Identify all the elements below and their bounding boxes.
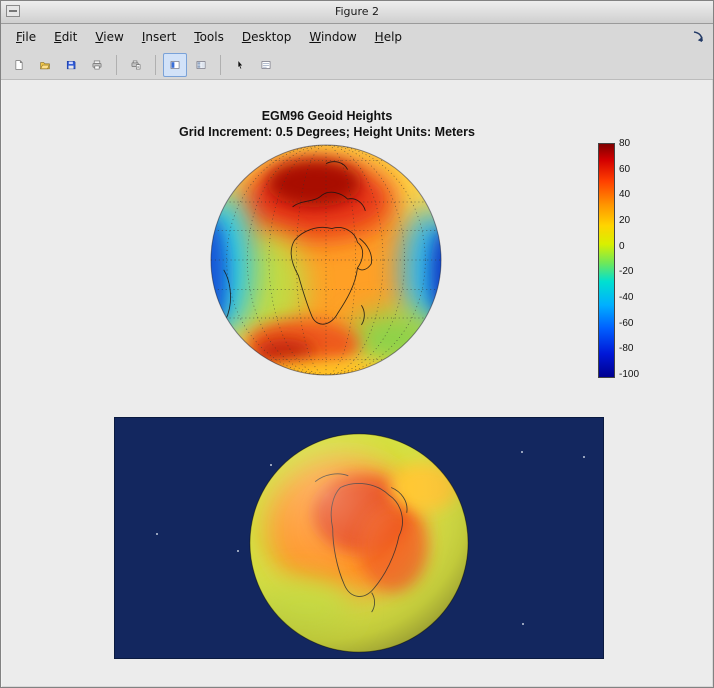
edit-plot-button[interactable] [228,53,252,77]
layout-panes-icon [196,57,206,73]
geoid-globe-map [208,142,444,378]
star-dot [237,550,239,552]
toolbar [1,50,713,80]
print-preview-icon [131,57,141,73]
new-file-button[interactable] [7,53,31,77]
dock-arrow-glyph [691,29,707,45]
save-figure-button[interactable] [59,53,83,77]
figure-canvas: EGM96 Geoid Heights Grid Increment: 0.5 … [2,80,712,686]
plot-tools-layout-toggle[interactable] [189,53,213,77]
property-editor-button[interactable] [254,53,278,77]
menu-file[interactable]: File [7,27,45,47]
window-title: Figure 2 [1,5,713,18]
menu-view[interactable]: View [86,27,132,47]
menu-help[interactable]: Help [366,27,411,47]
star-dot [521,451,523,453]
dock-figure-arrow-icon[interactable] [691,29,707,45]
colorbar-tick-label: -60 [619,318,653,329]
colorbar-tick-label: 40 [619,189,653,200]
toolbar-separator [116,55,117,75]
colorbar-tick-label: 20 [619,215,653,226]
titlebar[interactable]: Figure 2 [1,1,713,24]
open-folder-icon [40,57,50,73]
arrow-cursor-icon [235,57,245,73]
textured-globe-axes [114,417,604,659]
plot-title-line2: Grid Increment: 0.5 Degrees; Height Unit… [2,124,652,140]
star-dot [583,456,585,458]
save-floppy-icon [66,57,76,73]
print-preview-button[interactable] [124,53,148,77]
new-file-icon [14,57,24,73]
star-dot [522,623,524,625]
figure-window: Figure 2 File Edit View Insert Tools Des… [0,0,714,688]
rendered-globe [247,431,471,655]
menu-tools[interactable]: Tools [185,27,233,47]
colorbar-tick-label: -40 [619,292,653,303]
printer-icon [92,57,102,73]
show-plot-tools-toggle[interactable] [163,53,187,77]
toolbar-separator [220,55,221,75]
colorbar [598,143,615,378]
menu-insert[interactable]: Insert [133,27,185,47]
colorbar-tick-label: 60 [619,164,653,175]
open-file-button[interactable] [33,53,57,77]
menu-edit[interactable]: Edit [45,27,86,47]
plot-title-line1: EGM96 Geoid Heights [2,108,652,124]
property-editor-icon [261,57,271,73]
plot-title: EGM96 Geoid Heights Grid Increment: 0.5 … [2,108,652,140]
colorbar-tick-label: -100 [619,369,653,380]
colorbar-tick-label: -20 [619,266,653,277]
plot-tools-panel-icon [170,57,180,73]
menubar: File Edit View Insert Tools Desktop Wind… [1,24,713,50]
star-dot [156,533,158,535]
colorbar-tick-label: 80 [619,138,653,149]
print-figure-button[interactable] [85,53,109,77]
colorbar-tick-label: 0 [619,241,653,252]
menu-desktop[interactable]: Desktop [233,27,301,47]
toolbar-separator [155,55,156,75]
colorbar-tick-label: -80 [619,343,653,354]
menu-window[interactable]: Window [300,27,365,47]
